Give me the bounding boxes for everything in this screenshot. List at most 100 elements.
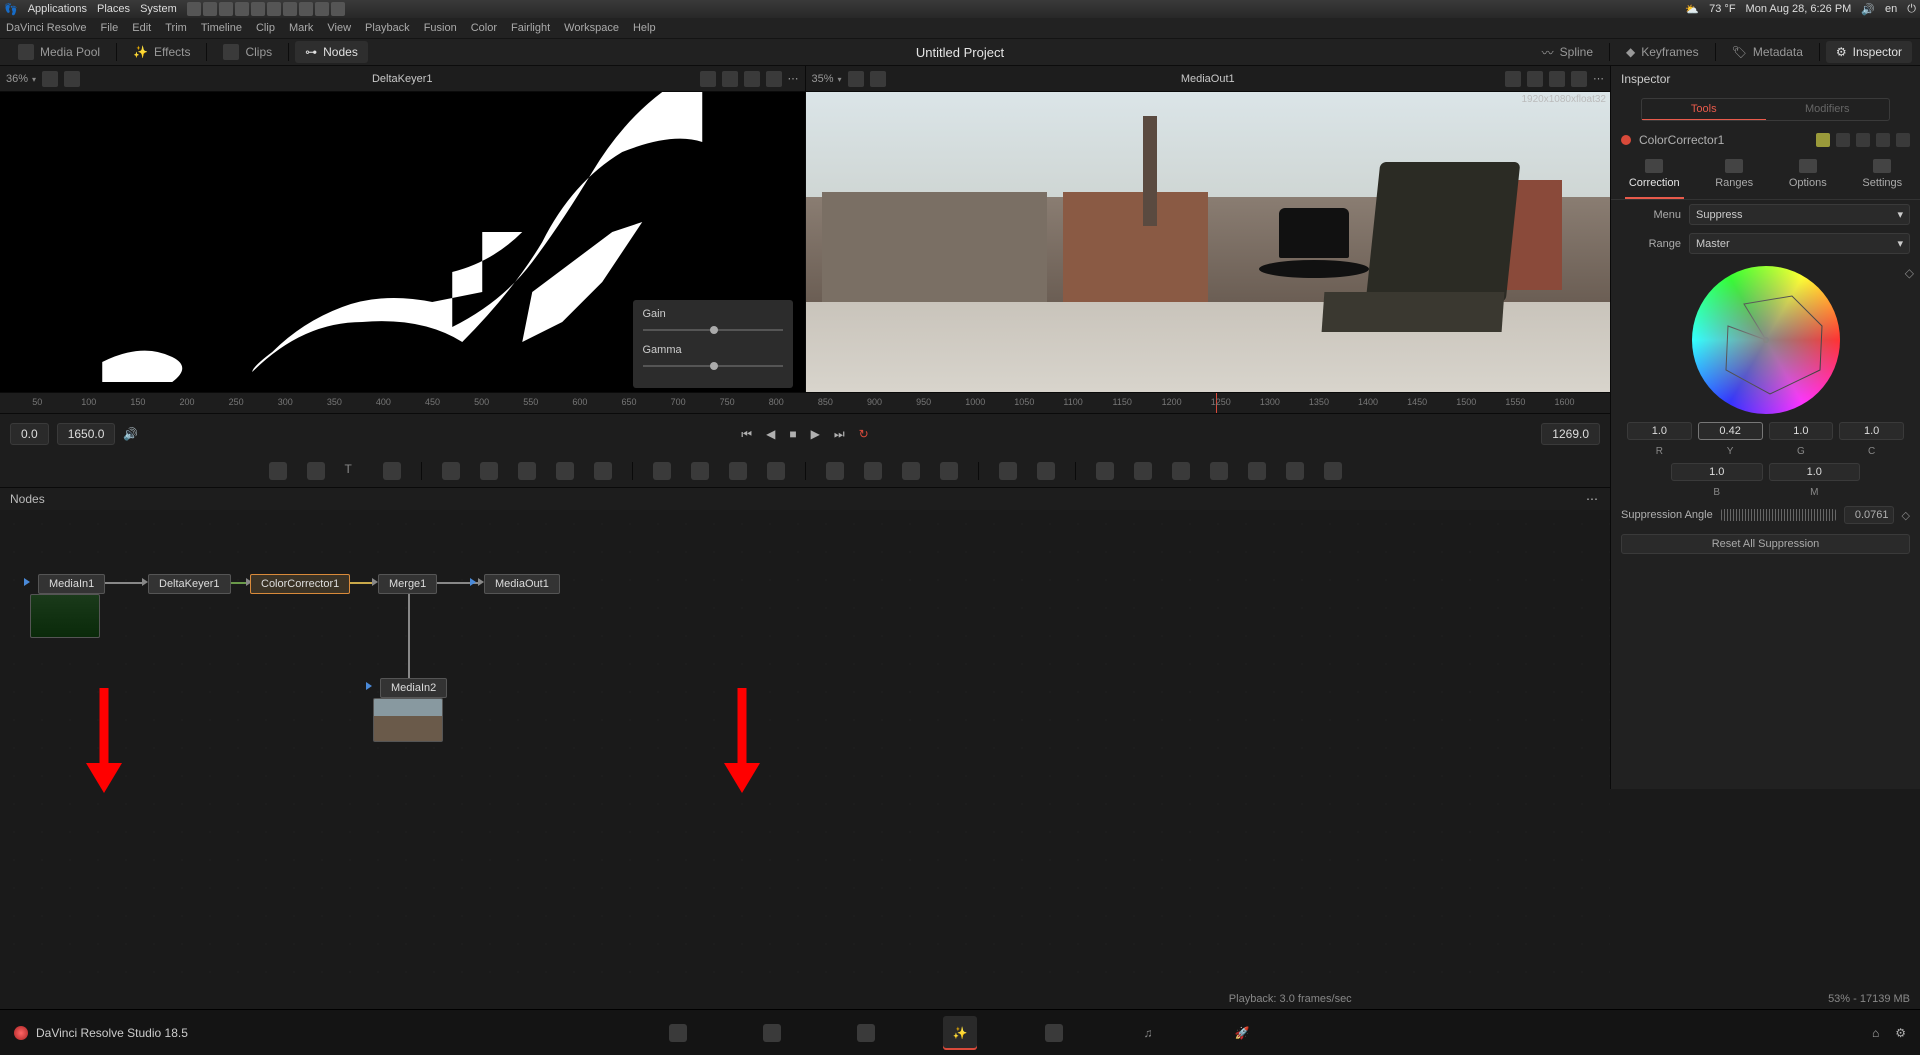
tool-icon[interactable] bbox=[480, 462, 498, 480]
tool-icon[interactable] bbox=[1172, 462, 1190, 480]
node-colorcorrector1[interactable]: ColorCorrector1 bbox=[250, 574, 350, 594]
tab-tools[interactable]: Tools bbox=[1642, 99, 1766, 120]
keyframe-dot-icon[interactable] bbox=[1816, 133, 1830, 147]
tool-icon[interactable] bbox=[864, 462, 882, 480]
tool-icon[interactable] bbox=[902, 462, 920, 480]
menu-mark[interactable]: Mark bbox=[289, 22, 313, 34]
page-deliver[interactable]: 🚀 bbox=[1225, 1016, 1259, 1050]
tc-start[interactable]: 0.0 bbox=[10, 423, 49, 445]
menu-select[interactable]: Suppress▾ bbox=[1689, 204, 1910, 225]
menu-color[interactable]: Color bbox=[471, 22, 497, 34]
subtab-options[interactable]: Options bbox=[1785, 155, 1831, 199]
subtab-settings[interactable]: Settings bbox=[1858, 155, 1906, 199]
val-g[interactable]: 1.0 bbox=[1769, 422, 1834, 440]
fit-icon[interactable] bbox=[848, 71, 864, 87]
tool-icon[interactable] bbox=[767, 462, 785, 480]
pin-icon[interactable] bbox=[1856, 133, 1870, 147]
section-metadata[interactable]: 🏷Metadata bbox=[1722, 41, 1813, 63]
page-color[interactable] bbox=[1037, 1016, 1071, 1050]
node-deltakeyer1[interactable]: DeltaKeyer1 bbox=[148, 574, 231, 594]
menu-help[interactable]: Help bbox=[633, 22, 656, 34]
zoom-left[interactable]: 36% bbox=[6, 73, 36, 85]
cube-tool-icon[interactable] bbox=[1248, 462, 1266, 480]
particles-tool-icon[interactable] bbox=[999, 462, 1017, 480]
reset-icon[interactable] bbox=[1896, 133, 1910, 147]
menu-playback[interactable]: Playback bbox=[365, 22, 410, 34]
zoom-right[interactable]: 35% bbox=[812, 73, 842, 85]
fit-icon[interactable] bbox=[42, 71, 58, 87]
power-icon[interactable]: ⏻ bbox=[1907, 3, 1916, 16]
time-ruler[interactable]: 5010015020025030035040045050055060065070… bbox=[0, 392, 1610, 414]
keyframe-diamond-icon[interactable]: ◇ bbox=[1905, 266, 1914, 280]
val-r[interactable]: 1.0 bbox=[1627, 422, 1692, 440]
node-mediain2[interactable]: MediaIn2 bbox=[380, 678, 447, 698]
zoom-icon[interactable] bbox=[64, 71, 80, 87]
project-settings-icon[interactable]: ⚙ bbox=[1895, 1026, 1906, 1040]
gain-gamma-panel[interactable]: Gain Gamma bbox=[633, 300, 793, 388]
more-icon[interactable]: ⋯ bbox=[1586, 492, 1600, 506]
page-edit[interactable] bbox=[849, 1016, 883, 1050]
tc-end[interactable]: 1650.0 bbox=[57, 423, 116, 445]
cloud-tool-icon[interactable] bbox=[1324, 462, 1342, 480]
zoom-icon[interactable] bbox=[870, 71, 886, 87]
tool-icon[interactable] bbox=[269, 462, 287, 480]
section-keyframes[interactable]: ◆Keyframes bbox=[1616, 41, 1709, 63]
menu-fusion[interactable]: Fusion bbox=[424, 22, 457, 34]
tool-icon[interactable] bbox=[1210, 462, 1228, 480]
audio-icon[interactable]: 🔊 bbox=[123, 427, 138, 441]
section-nodes[interactable]: ⊶Nodes bbox=[295, 41, 368, 63]
page-fairlight[interactable]: ♫ bbox=[1131, 1016, 1165, 1050]
section-mediapool[interactable]: Media Pool bbox=[8, 40, 110, 64]
os-menu-places[interactable]: Places bbox=[97, 3, 130, 15]
goto-start-icon[interactable]: ⏮ bbox=[741, 427, 752, 442]
brightness-tool-icon[interactable] bbox=[556, 462, 574, 480]
section-spline[interactable]: 〰Spline bbox=[1532, 40, 1603, 65]
tool-icon[interactable] bbox=[1037, 462, 1055, 480]
tc-current[interactable]: 1269.0 bbox=[1541, 423, 1600, 445]
subtab-correction[interactable]: Correction bbox=[1625, 155, 1684, 199]
section-clips[interactable]: Clips bbox=[213, 40, 282, 64]
viewer-left[interactable]: Gain Gamma bbox=[0, 92, 806, 392]
versions-icon[interactable] bbox=[1836, 133, 1850, 147]
page-fusion[interactable]: ✨ bbox=[943, 1016, 977, 1050]
gamma-slider[interactable] bbox=[643, 360, 783, 372]
hue-wheel[interactable] bbox=[1692, 266, 1840, 414]
popout-icon[interactable] bbox=[766, 71, 782, 87]
menu-davinci[interactable]: DaVinci Resolve bbox=[6, 22, 87, 34]
os-menu-system[interactable]: System bbox=[140, 3, 177, 15]
goto-end-icon[interactable]: ⏭ bbox=[834, 427, 845, 442]
node-mediain1[interactable]: MediaIn1 bbox=[38, 574, 105, 594]
loop-icon[interactable]: ↻ bbox=[859, 427, 869, 441]
tab-modifiers[interactable]: Modifiers bbox=[1766, 99, 1890, 120]
enable-dot-icon[interactable] bbox=[1621, 135, 1631, 145]
tool-icon[interactable] bbox=[518, 462, 536, 480]
menu-file[interactable]: File bbox=[101, 22, 119, 34]
more-icon[interactable]: ⋯ bbox=[1593, 72, 1604, 85]
stop-icon[interactable]: ■ bbox=[789, 427, 796, 441]
val-b[interactable]: 1.0 bbox=[1671, 463, 1763, 481]
menu-clip[interactable]: Clip bbox=[256, 22, 275, 34]
tool-icon[interactable] bbox=[653, 462, 671, 480]
menu-fairlight[interactable]: Fairlight bbox=[511, 22, 550, 34]
tool-icon[interactable] bbox=[826, 462, 844, 480]
tool-icon[interactable] bbox=[1096, 462, 1114, 480]
view-indicator-icon[interactable] bbox=[470, 578, 476, 586]
tool-icon[interactable] bbox=[729, 462, 747, 480]
tool-icon[interactable] bbox=[442, 462, 460, 480]
section-inspector[interactable]: ⚙Inspector bbox=[1826, 41, 1912, 63]
grid-icon[interactable] bbox=[744, 71, 760, 87]
rect-icon[interactable] bbox=[700, 71, 716, 87]
grid-icon[interactable] bbox=[1549, 71, 1565, 87]
text-tool-icon[interactable]: T bbox=[345, 462, 363, 480]
tool-icon[interactable] bbox=[940, 462, 958, 480]
suppression-value[interactable]: 0.0761 bbox=[1844, 506, 1894, 524]
paint-tool-icon[interactable] bbox=[383, 462, 401, 480]
views-icon[interactable] bbox=[722, 71, 738, 87]
reset-suppression-button[interactable]: Reset All Suppression bbox=[1621, 534, 1910, 554]
popout-icon[interactable] bbox=[1571, 71, 1587, 87]
section-effects[interactable]: ✨Effects bbox=[123, 41, 200, 63]
more-icon[interactable]: ⋯ bbox=[788, 72, 799, 85]
subtab-ranges[interactable]: Ranges bbox=[1711, 155, 1757, 199]
os-menu-applications[interactable]: Applications bbox=[28, 3, 87, 15]
view-indicator-icon[interactable] bbox=[366, 682, 372, 690]
